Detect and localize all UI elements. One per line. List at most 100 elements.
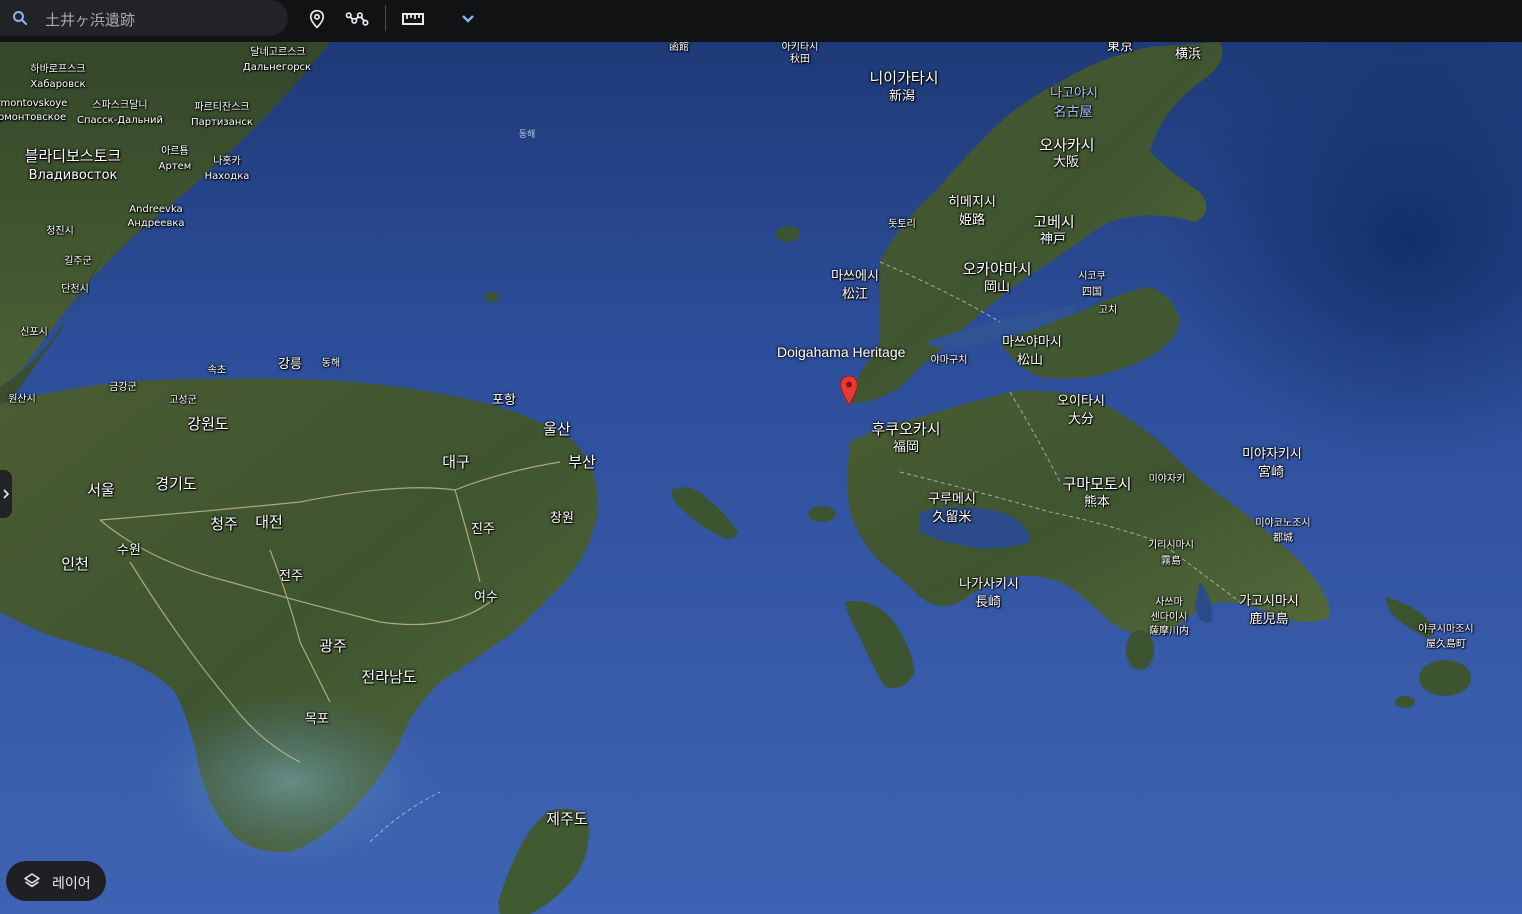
city-label: 속초	[207, 365, 227, 376]
city-label: 전주	[279, 569, 303, 584]
region-label: 제주도	[546, 810, 588, 828]
region-label: 강원도	[187, 415, 229, 433]
city-label: 고치	[1098, 305, 1118, 316]
city-label: 사쓰마	[1155, 597, 1183, 608]
city-label: 목포	[305, 712, 329, 727]
city-label: 미야코노조시	[1255, 518, 1311, 529]
city-label: Спасск-Дальний	[76, 115, 164, 126]
city-label: 神戸	[1039, 232, 1067, 247]
city-label: 新潟	[888, 89, 916, 104]
city-label: 나고야시	[1050, 86, 1098, 101]
city-label: 울산	[543, 420, 571, 438]
sea-label: 동해	[518, 130, 536, 140]
city-label: 금강군	[109, 382, 137, 393]
city-label: 블라디보스토크	[24, 147, 122, 165]
city-label: 屋久島町	[1426, 639, 1466, 650]
draw-path-button[interactable]	[344, 7, 372, 31]
city-label: 오카야마시	[962, 260, 1032, 278]
city-label: Дальнегорск	[242, 62, 312, 73]
city-label: 강릉	[278, 357, 302, 372]
city-label: Andreevka	[129, 204, 183, 215]
city-label: 東京	[1106, 42, 1134, 54]
city-label: 마쓰에시	[831, 269, 879, 284]
city-label: 横浜	[1174, 47, 1202, 62]
city-label: 인천	[61, 555, 89, 573]
city-label: 薩摩川内	[1149, 626, 1189, 637]
city-label: 청주	[210, 515, 238, 533]
search-icon[interactable]	[11, 9, 29, 27]
city-label: 파르티잔스크	[194, 102, 250, 113]
city-label: 원산시	[8, 394, 36, 405]
city-label: 대구	[442, 453, 470, 471]
city-label: 구루메시	[928, 492, 976, 507]
city-label: 나홋카	[213, 156, 241, 167]
city-label: 후쿠오카시	[871, 420, 941, 438]
place-pin-button[interactable]	[305, 7, 329, 31]
layers-button[interactable]: 레이어	[6, 861, 106, 901]
city-label: 포항	[492, 393, 516, 408]
city-label: 부산	[568, 453, 596, 471]
city-label: 秋田	[790, 54, 810, 65]
city-label: 大分	[1067, 412, 1095, 427]
city-label: 都城	[1273, 533, 1293, 544]
region-label: 四国	[1082, 287, 1102, 298]
city-label: 마쓰야마시	[1002, 335, 1062, 350]
city-label: 霧島	[1161, 556, 1181, 567]
city-label: 돗토리	[888, 219, 916, 230]
city-label: 수원	[117, 543, 141, 558]
city-label: 宮崎	[1257, 465, 1285, 480]
city-label: 고베시	[1033, 213, 1075, 231]
location-pin-icon[interactable]	[839, 375, 859, 407]
city-label: Находка	[204, 171, 250, 182]
city-label: 長崎	[974, 595, 1002, 610]
city-label: 函館	[669, 42, 689, 53]
map-canvas[interactable]: 函館 아키타시 秋田 東京 横浜 니이가타시 新潟 나고야시 名古屋 오사카시 …	[0, 42, 1522, 914]
city-label: Андреевка	[127, 218, 185, 229]
city-label: 야마구치	[930, 355, 968, 366]
city-label: 熊本	[1083, 495, 1111, 510]
city-label: 아키타시	[781, 42, 819, 53]
city-label: 大阪	[1052, 155, 1080, 170]
city-label: 창원	[550, 511, 574, 526]
top-toolbar: 土井ヶ浜遺跡	[0, 0, 1522, 42]
city-label: Артем	[158, 161, 192, 172]
city-label: 오이타시	[1057, 394, 1105, 409]
city-label: 동해	[321, 358, 341, 369]
city-label: 오사카시	[1039, 136, 1095, 154]
measure-button[interactable]	[400, 7, 426, 31]
city-label: 福岡	[892, 440, 920, 455]
search-box[interactable]: 土井ヶ浜遺跡	[0, 0, 288, 36]
chevron-down-icon	[462, 15, 474, 23]
city-label: 姫路	[958, 213, 986, 228]
poi-label[interactable]: Doigahama Heritage	[777, 344, 905, 360]
city-label: 岡山	[983, 280, 1011, 295]
city-label: 서울	[87, 481, 115, 499]
city-label: 신포시	[20, 327, 48, 338]
region-label: 경기도	[155, 475, 197, 493]
city-label: 하바로프스크	[30, 64, 86, 75]
city-label: 스파스크달니	[92, 100, 148, 111]
region-label: 전라남도	[361, 668, 417, 686]
city-label: Хабаровск	[30, 79, 86, 90]
city-label: 나가사키시	[959, 577, 1019, 592]
place-pin-icon	[309, 9, 325, 29]
city-label: 여수	[474, 590, 498, 605]
city-label: 달네고르스크	[250, 47, 306, 58]
side-panel-toggle[interactable]	[0, 470, 12, 518]
search-input[interactable]: 土井ヶ浜遺跡	[45, 9, 135, 30]
layers-label: 레이어	[52, 876, 91, 892]
city-label: 센다이시	[1150, 612, 1188, 623]
city-label: 진주	[471, 522, 495, 537]
city-label: 미야자키시	[1242, 447, 1302, 462]
city-label: 청진시	[46, 226, 74, 237]
ruler-icon	[402, 13, 424, 25]
city-label: 久留米	[932, 510, 972, 525]
more-tools-dropdown[interactable]	[456, 7, 480, 31]
city-label: 鹿児島	[1249, 612, 1289, 627]
city-label: 니이가타시	[869, 69, 939, 87]
toolbar-divider	[385, 5, 386, 31]
layers-icon	[24, 873, 40, 888]
city-label: 미야자키	[1148, 474, 1186, 485]
city-label: 기리시마시	[1148, 540, 1194, 551]
chevron-right-icon	[3, 489, 10, 499]
